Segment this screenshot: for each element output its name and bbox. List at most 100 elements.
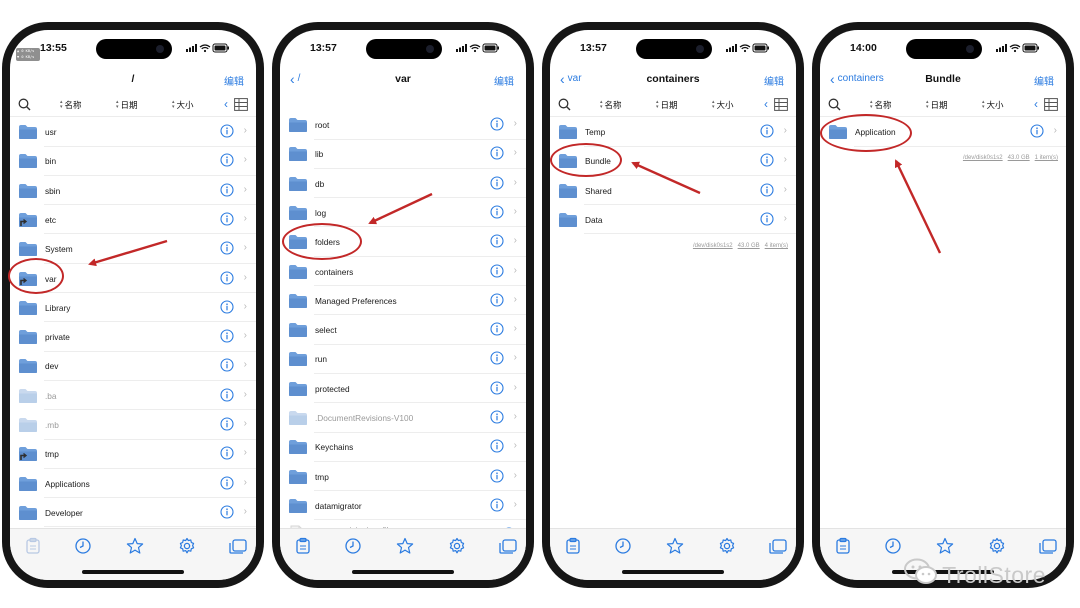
sort-by-name-button[interactable]: ▴ ▾ 名称 bbox=[600, 99, 622, 111]
collapse-chevron-icon[interactable]: ‹ bbox=[764, 97, 768, 111]
edit-button[interactable]: 编辑 bbox=[494, 73, 514, 88]
list-item[interactable]: .DocumentRevisions-V100 › bbox=[280, 403, 526, 433]
tab-favorites-star-icon[interactable] bbox=[126, 537, 144, 560]
tab-recents-clock-icon[interactable] bbox=[344, 537, 362, 560]
view-mode-icon[interactable] bbox=[774, 98, 788, 116]
list-item[interactable]: tmp › bbox=[10, 439, 256, 469]
tab-recents-clock-icon[interactable] bbox=[884, 537, 902, 560]
info-icon[interactable] bbox=[220, 300, 234, 319]
view-mode-icon[interactable] bbox=[1044, 98, 1058, 116]
tab-windows-icon[interactable] bbox=[1038, 537, 1058, 560]
sort-by-name-button[interactable]: ▴ ▾ 名称 bbox=[60, 99, 82, 111]
tab-windows-icon[interactable] bbox=[768, 537, 788, 560]
list-item[interactable]: Keychains › bbox=[280, 432, 526, 462]
info-icon[interactable] bbox=[760, 124, 774, 143]
list-item[interactable]: private › bbox=[10, 322, 256, 352]
info-icon[interactable] bbox=[490, 439, 504, 458]
tab-recents-clock-icon[interactable] bbox=[74, 537, 92, 560]
tab-favorites-star-icon[interactable] bbox=[936, 537, 954, 560]
info-icon[interactable] bbox=[220, 212, 234, 231]
tab-windows-icon[interactable] bbox=[228, 537, 248, 560]
tab-recents-clock-icon[interactable] bbox=[614, 537, 632, 560]
tab-clipboard-icon[interactable] bbox=[24, 537, 42, 560]
search-icon[interactable] bbox=[18, 98, 31, 116]
search-icon[interactable] bbox=[558, 98, 571, 116]
info-icon[interactable] bbox=[220, 505, 234, 524]
tab-windows-icon[interactable] bbox=[498, 537, 518, 560]
tab-settings-gear-icon[interactable] bbox=[988, 537, 1006, 560]
sort-by-name-button[interactable]: ▴ ▾ 名称 bbox=[870, 99, 892, 111]
list-item[interactable]: etc › bbox=[10, 205, 256, 235]
list-item[interactable]: datamigrator › bbox=[280, 491, 526, 521]
list-item[interactable]: Shared › bbox=[550, 176, 796, 206]
tab-clipboard-icon[interactable] bbox=[294, 537, 312, 560]
info-icon[interactable] bbox=[490, 322, 504, 341]
info-icon[interactable] bbox=[490, 498, 504, 517]
info-icon[interactable] bbox=[220, 270, 234, 290]
list-item[interactable]: Applications › bbox=[10, 469, 256, 499]
sort-by-size-button[interactable]: ▴ ▾ 大小 bbox=[712, 99, 734, 111]
list-item[interactable]: .mb › bbox=[10, 410, 256, 440]
edit-button[interactable]: 编辑 bbox=[764, 73, 784, 88]
sort-by-date-button[interactable]: ▴ ▾ 日期 bbox=[116, 99, 138, 111]
search-icon[interactable] bbox=[828, 98, 841, 116]
info-icon[interactable] bbox=[490, 469, 504, 488]
info-icon[interactable] bbox=[220, 241, 234, 260]
list-item[interactable]: sbin › bbox=[10, 176, 256, 206]
info-icon[interactable] bbox=[490, 410, 504, 429]
info-icon[interactable] bbox=[490, 293, 504, 312]
info-icon[interactable] bbox=[490, 146, 504, 165]
info-icon[interactable] bbox=[490, 234, 504, 253]
info-icon[interactable] bbox=[490, 117, 504, 136]
info-icon[interactable] bbox=[220, 329, 234, 348]
list-item[interactable]: run › bbox=[280, 344, 526, 374]
list-item[interactable]: select › bbox=[280, 315, 526, 345]
list-item[interactable]: root › bbox=[280, 110, 526, 140]
info-icon[interactable] bbox=[490, 381, 504, 400]
list-item[interactable]: containers › bbox=[280, 257, 526, 286]
info-icon[interactable] bbox=[220, 124, 234, 143]
list-item[interactable]: protected › bbox=[280, 374, 526, 404]
tab-settings-gear-icon[interactable] bbox=[448, 537, 466, 560]
info-icon[interactable] bbox=[490, 263, 504, 283]
tab-clipboard-icon[interactable] bbox=[564, 537, 582, 560]
tab-favorites-star-icon[interactable] bbox=[666, 537, 684, 560]
list-item[interactable]: Data › bbox=[550, 205, 796, 235]
info-icon[interactable] bbox=[220, 388, 234, 407]
list-item[interactable]: Library › bbox=[10, 293, 256, 323]
tab-settings-gear-icon[interactable] bbox=[178, 537, 196, 560]
sort-by-size-button[interactable]: ▴ ▾ 大小 bbox=[982, 99, 1004, 111]
collapse-chevron-icon[interactable]: ‹ bbox=[1034, 97, 1038, 111]
info-icon[interactable] bbox=[1030, 124, 1044, 143]
info-icon[interactable] bbox=[220, 446, 234, 465]
tab-favorites-star-icon[interactable] bbox=[396, 537, 414, 560]
sort-by-date-button[interactable]: ▴ ▾ 日期 bbox=[656, 99, 678, 111]
info-icon[interactable] bbox=[490, 176, 504, 195]
info-icon[interactable] bbox=[220, 153, 234, 172]
info-icon[interactable] bbox=[220, 476, 234, 495]
view-mode-icon[interactable] bbox=[234, 98, 248, 116]
list-item[interactable]: .ba › bbox=[10, 381, 256, 411]
info-icon[interactable] bbox=[220, 417, 234, 436]
list-item[interactable]: dev › bbox=[10, 351, 256, 381]
info-icon[interactable] bbox=[220, 183, 234, 202]
list-item[interactable]: bin › bbox=[10, 146, 256, 176]
list-item[interactable]: db › bbox=[280, 169, 526, 199]
info-icon[interactable] bbox=[760, 183, 774, 202]
info-icon[interactable] bbox=[760, 153, 774, 172]
info-icon[interactable] bbox=[760, 212, 774, 231]
list-item[interactable]: Managed Preferences › bbox=[280, 286, 526, 316]
list-item[interactable]: Developer › bbox=[10, 498, 256, 528]
list-item[interactable]: tmp › bbox=[280, 462, 526, 492]
info-icon[interactable] bbox=[490, 351, 504, 370]
tab-settings-gear-icon[interactable] bbox=[718, 537, 736, 560]
list-item[interactable]: usr › bbox=[10, 117, 256, 147]
collapse-chevron-icon[interactable]: ‹ bbox=[224, 97, 228, 111]
list-item[interactable]: lib › bbox=[280, 139, 526, 169]
edit-button[interactable]: 编辑 bbox=[224, 73, 244, 88]
info-icon[interactable] bbox=[490, 205, 504, 224]
info-icon[interactable] bbox=[220, 358, 234, 377]
sort-by-size-button[interactable]: ▴ ▾ 大小 bbox=[172, 99, 194, 111]
tab-clipboard-icon[interactable] bbox=[834, 537, 852, 560]
edit-button[interactable]: 编辑 bbox=[1034, 73, 1054, 88]
